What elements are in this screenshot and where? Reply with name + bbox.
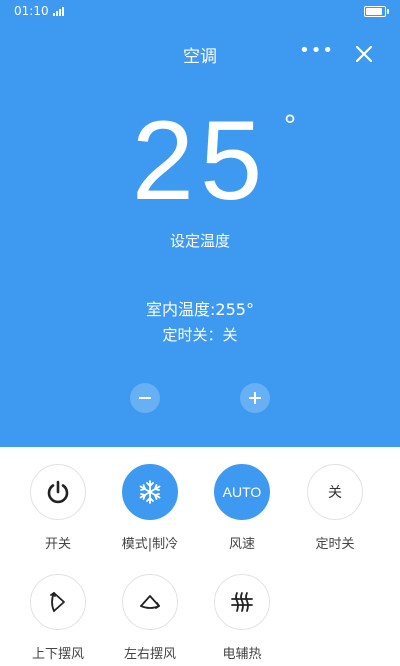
electric-heat-label: 电辅热 xyxy=(222,647,262,662)
power-icon xyxy=(47,480,69,504)
status-bar: 01:10 xyxy=(14,4,64,18)
timer-off-label: 定时关 xyxy=(315,537,355,552)
vertical-swing-label: 上下摆风 xyxy=(31,647,84,662)
battery-icon xyxy=(364,6,389,17)
fan-speed-label: 风速 xyxy=(228,537,255,552)
indoor-temperature: 室内温度:255° xyxy=(146,300,254,319)
snowflake-icon xyxy=(139,480,161,504)
timer-off-icon: 关 xyxy=(328,485,342,501)
heater-icon xyxy=(231,592,253,612)
decrease-temperature-button[interactable] xyxy=(130,383,160,413)
horizontal-swing-control[interactable]: 左右摆风 xyxy=(110,574,190,662)
auto-icon: AUTO xyxy=(222,484,262,500)
vertical-swing-control[interactable]: 上下摆风 xyxy=(18,574,98,662)
increase-temperature-button[interactable] xyxy=(240,383,270,413)
more-menu-button[interactable]: ••• xyxy=(299,42,334,60)
electric-heat-button[interactable] xyxy=(214,574,270,630)
set-temperature-label: 设定温度 xyxy=(169,232,230,250)
status-time: 01:10 xyxy=(14,4,49,18)
fan-speed-control[interactable]: AUTO 风速 xyxy=(202,464,282,552)
set-temperature-value: 25 xyxy=(131,98,269,223)
header-panel: 01:10 空调 ••• 25 ° 设定温度 室内温度:255° 定时关：关 xyxy=(0,0,400,447)
electric-heat-control[interactable]: 电辅热 xyxy=(202,574,282,662)
plus-icon xyxy=(249,392,261,404)
power-control[interactable]: 开关 xyxy=(18,464,98,552)
signal-icon xyxy=(52,6,64,16)
horizontal-swing-label: 左右摆风 xyxy=(123,647,176,662)
timer-status: 定时关：关 xyxy=(162,326,238,344)
close-icon[interactable] xyxy=(354,44,374,64)
timer-off-control[interactable]: 关 定时关 xyxy=(295,464,375,552)
mode-label: 模式|制冷 xyxy=(121,537,179,552)
minus-icon xyxy=(139,397,151,399)
horizontal-swing-button[interactable] xyxy=(122,574,178,630)
power-button[interactable] xyxy=(30,464,86,520)
timer-off-button[interactable]: 关 xyxy=(307,464,363,520)
page-title: 空调 xyxy=(183,47,217,67)
mode-control[interactable]: 模式|制冷 xyxy=(110,464,190,552)
fan-speed-button[interactable]: AUTO xyxy=(214,464,270,520)
vertical-swing-icon xyxy=(50,592,65,612)
power-label: 开关 xyxy=(44,537,71,552)
horizontal-swing-icon xyxy=(140,595,160,609)
degree-symbol: ° xyxy=(283,109,297,142)
vertical-swing-button[interactable] xyxy=(30,574,86,630)
mode-button[interactable] xyxy=(122,464,178,520)
